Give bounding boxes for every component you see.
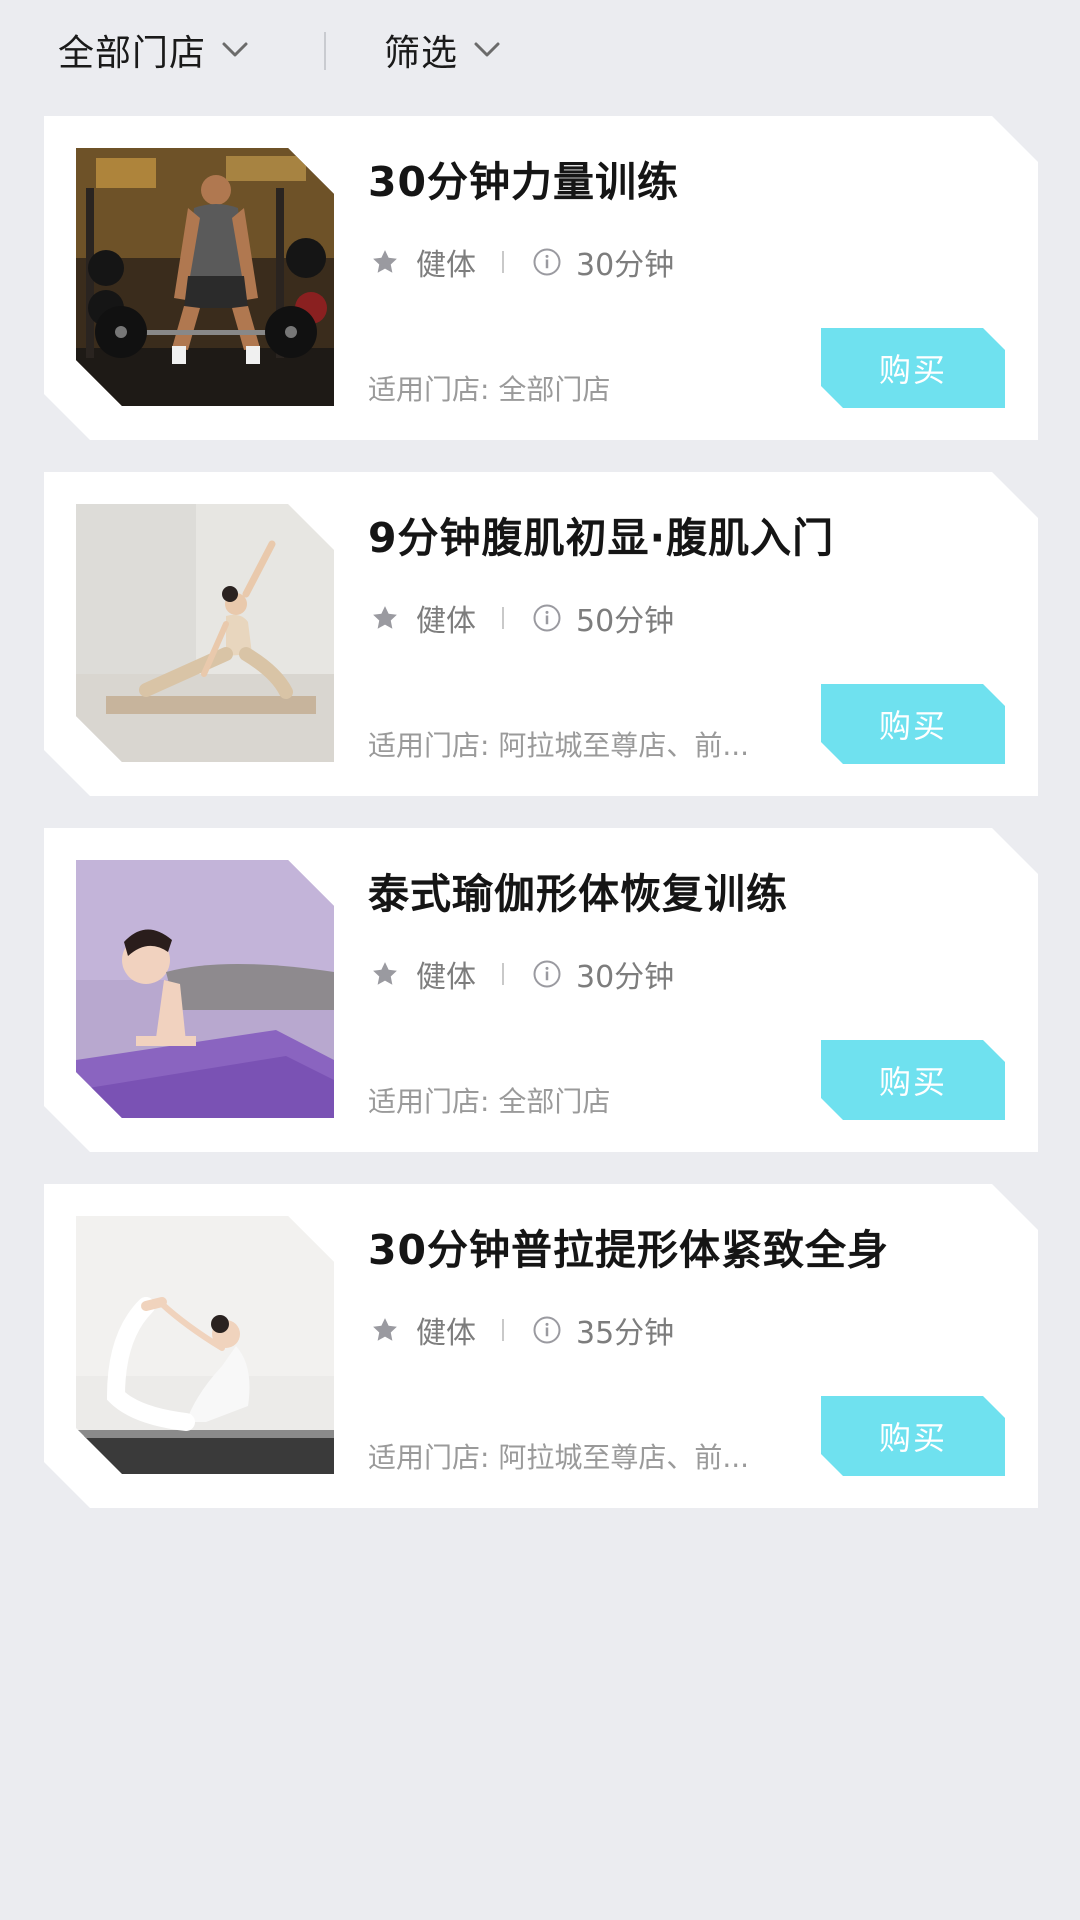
- chevron-down-icon: [472, 35, 502, 65]
- meta-divider: [502, 1319, 504, 1341]
- course-card[interactable]: 9分钟腹肌初显·腹肌入门 健体 50分钟 适用门店: 阿拉城至尊店、前... 购…: [44, 472, 1038, 796]
- meta-divider: [502, 963, 504, 985]
- course-meta: 健体 35分钟: [368, 1310, 675, 1351]
- course-thumbnail-weightlifting: [76, 148, 334, 406]
- star-icon: [368, 601, 402, 635]
- course-store: 适用门店: 全部门店: [368, 1085, 611, 1118]
- info-icon: [530, 1313, 564, 1347]
- course-thumbnail-yoga-stretch: [76, 504, 334, 762]
- chevron-down-icon: [220, 35, 250, 65]
- course-card[interactable]: 泰式瑜伽形体恢复训练 健体 30分钟 适用门店: 全部门店 购买: [44, 828, 1038, 1152]
- course-thumbnail-plank: [76, 860, 334, 1118]
- buy-button[interactable]: 购买: [821, 1396, 1005, 1476]
- course-title: 30分钟普拉提形体紧致全身: [368, 1226, 890, 1274]
- course-meta: 健体 50分钟: [368, 598, 675, 639]
- course-duration: 30分钟: [576, 960, 675, 995]
- store-filter-label: 全部门店: [58, 33, 207, 74]
- course-thumbnail-bow-pose: [76, 1216, 334, 1474]
- filter-divider: [324, 32, 326, 70]
- filter-label: 筛选: [384, 33, 459, 74]
- course-category: 健体: [416, 1316, 476, 1351]
- buy-button[interactable]: 购买: [821, 1040, 1005, 1120]
- star-icon: [368, 245, 402, 279]
- filter-dropdown[interactable]: 筛选: [384, 22, 502, 78]
- course-category: 健体: [416, 960, 476, 995]
- course-category: 健体: [416, 248, 476, 283]
- course-card[interactable]: 30分钟普拉提形体紧致全身 健体 35分钟 适用门店: 阿拉城至尊店、前... …: [44, 1184, 1038, 1508]
- course-meta: 健体 30分钟: [368, 242, 675, 283]
- filter-bar: 全部门店 筛选: [0, 0, 1080, 100]
- course-title: 9分钟腹肌初显·腹肌入门: [368, 514, 835, 562]
- info-icon: [530, 601, 564, 635]
- course-store: 适用门店: 全部门店: [368, 373, 611, 406]
- course-duration: 30分钟: [576, 248, 675, 283]
- course-category: 健体: [416, 604, 476, 639]
- course-card[interactable]: 30分钟力量训练 健体 30分钟 适用门店: 全部门店 购买: [44, 116, 1038, 440]
- course-title: 泰式瑜伽形体恢复训练: [368, 870, 788, 918]
- meta-divider: [502, 251, 504, 273]
- meta-divider: [502, 607, 504, 629]
- buy-button[interactable]: 购买: [821, 684, 1005, 764]
- course-store: 适用门店: 阿拉城至尊店、前...: [368, 1441, 750, 1474]
- star-icon: [368, 957, 402, 991]
- buy-button[interactable]: 购买: [821, 328, 1005, 408]
- course-duration: 35分钟: [576, 1316, 675, 1351]
- course-title: 30分钟力量训练: [368, 158, 680, 206]
- course-list: 30分钟力量训练 健体 30分钟 适用门店: 全部门店 购买 9分钟腹肌初显·腹…: [44, 116, 1038, 1540]
- course-duration: 50分钟: [576, 604, 675, 639]
- star-icon: [368, 1313, 402, 1347]
- info-icon: [530, 957, 564, 991]
- course-store: 适用门店: 阿拉城至尊店、前...: [368, 729, 750, 762]
- store-filter-dropdown[interactable]: 全部门店: [58, 22, 250, 78]
- course-meta: 健体 30分钟: [368, 954, 675, 995]
- info-icon: [530, 245, 564, 279]
